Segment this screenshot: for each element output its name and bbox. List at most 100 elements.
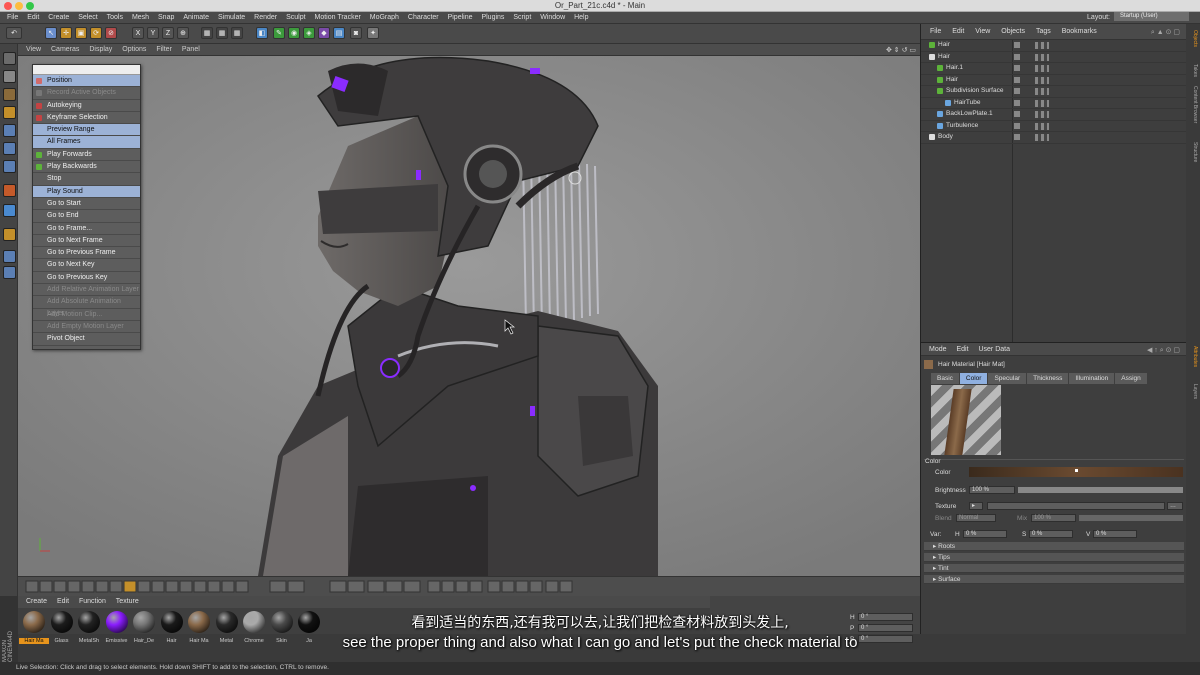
object-row[interactable]: Turbulence (921, 121, 1186, 132)
tab-illumination[interactable]: Illumination (1069, 373, 1115, 384)
visibility-toggle-icon[interactable] (1014, 88, 1020, 94)
workplane-lock-icon[interactable] (3, 228, 16, 241)
menu-tools[interactable]: Tools (100, 12, 123, 21)
context-menu-item-go-to-start[interactable]: Go to Start (33, 198, 140, 211)
mix-slider[interactable] (1079, 515, 1183, 521)
objmgr-menu-view[interactable]: View (966, 24, 990, 35)
z-axis-lock-button[interactable]: Z (162, 27, 174, 39)
axis-mode-icon[interactable] (3, 184, 16, 197)
section-tips[interactable]: ▸ Tips (924, 553, 1184, 562)
playback-controls[interactable] (18, 577, 920, 597)
menu-create[interactable]: Create (41, 12, 69, 21)
perspective-viewport[interactable] (18, 56, 920, 576)
light-icon[interactable]: ✦ (367, 27, 379, 39)
undo-icon[interactable]: ↶ (6, 27, 22, 39)
make-editable-icon[interactable] (3, 52, 16, 65)
attr-menu-edit[interactable]: Edit (948, 343, 968, 353)
menu-mesh[interactable]: Mesh (125, 12, 149, 21)
cube-icon[interactable]: ◧ (256, 27, 268, 39)
menu-snap[interactable]: Snap (151, 12, 174, 21)
matmgr-menu-create[interactable]: Create (18, 596, 47, 605)
section-tint[interactable]: ▸ Tint (924, 564, 1184, 573)
context-menu-item-autokeying[interactable]: Autokeying (33, 100, 140, 112)
objmgr-menu-edit[interactable]: Edit (943, 24, 964, 35)
viewport-menu-panel[interactable]: Panel (174, 44, 200, 53)
dock-tab-layers[interactable]: Layers (1188, 384, 1198, 399)
tab-specular[interactable]: Specular (988, 373, 1027, 384)
object-row[interactable]: Body (921, 132, 1186, 144)
viewport-menu-display[interactable]: Display (81, 44, 112, 53)
object-row[interactable]: Subdivision Surface (921, 86, 1186, 98)
texture-browse-button[interactable]: … (1167, 502, 1183, 510)
floor-icon[interactable]: ▤ (333, 27, 345, 39)
brightness-slider[interactable] (1018, 487, 1183, 493)
object-row[interactable]: Hair.1 (921, 63, 1186, 75)
menu-edit[interactable]: Edit (20, 12, 39, 21)
object-row[interactable]: Hair (921, 52, 1186, 63)
coordinate-system-icon[interactable]: ⊕ (177, 27, 189, 39)
texture-mode-icon[interactable] (3, 88, 16, 101)
context-menu-item-stop[interactable]: Stop (33, 173, 140, 186)
render-picture-viewer-icon[interactable]: ▦ (216, 27, 228, 39)
dock-tab-objects[interactable]: Objects (1188, 30, 1198, 47)
tab-color[interactable]: Color (959, 373, 988, 384)
object-name[interactable]: Turbulence (946, 122, 978, 129)
menu-motion-tracker[interactable]: Motion Tracker (308, 12, 361, 21)
model-mode-icon[interactable] (3, 70, 16, 83)
object-tags-icon[interactable] (1035, 122, 1049, 130)
object-row[interactable]: Hair (921, 40, 1186, 52)
object-name[interactable]: Subdivision Surface (946, 87, 1003, 94)
object-tags-icon[interactable] (1035, 42, 1049, 49)
deformer-icon[interactable]: ◆ (318, 27, 330, 39)
context-menu-item-keyframe-selection[interactable]: Keyframe Selection (33, 112, 140, 125)
polygons-mode-icon[interactable] (3, 160, 16, 173)
object-tags-icon[interactable] (1035, 111, 1049, 118)
render-settings-icon[interactable]: ▦ (231, 27, 243, 39)
viewport-menu-cameras[interactable]: Cameras (43, 44, 79, 53)
context-menu-item-play-forwards[interactable]: Play Forwards (33, 149, 140, 162)
tab-assign[interactable]: Assign (1115, 373, 1147, 384)
menu-render[interactable]: Render (247, 12, 277, 21)
objmgr-menu-file[interactable]: File (921, 24, 941, 35)
visibility-toggle-icon[interactable] (1014, 99, 1020, 106)
object-name[interactable]: Body (938, 133, 953, 140)
blend-select[interactable]: Normal (956, 514, 996, 522)
menu-script[interactable]: Script (506, 12, 531, 21)
visibility-toggle-icon[interactable] (1014, 53, 1020, 60)
section-roots[interactable]: ▸ Roots (924, 542, 1184, 551)
y-axis-lock-button[interactable]: Y (147, 27, 159, 39)
attr-menu-user-data[interactable]: User Data (970, 343, 1010, 353)
edges-mode-icon[interactable] (3, 142, 16, 155)
object-name[interactable]: Hair (938, 41, 950, 48)
attr-menu-mode[interactable]: Mode (921, 343, 947, 353)
viewport-menu-view[interactable]: View (18, 44, 41, 53)
visibility-toggle-icon[interactable] (1014, 122, 1020, 129)
menu-file[interactable]: File (0, 12, 18, 21)
move-icon[interactable]: ✛ (60, 27, 72, 39)
objmgr-menu-bookmarks[interactable]: Bookmarks (1053, 24, 1097, 35)
menu-pipeline[interactable]: Pipeline (441, 12, 473, 21)
objmgr-menu-objects[interactable]: Objects (992, 24, 1025, 35)
dock-tab-structure[interactable]: Structure (1188, 142, 1198, 162)
context-menu-item-go-to-end[interactable]: Go to End (33, 210, 140, 223)
render-view-icon[interactable]: ▦ (201, 27, 213, 39)
object-name[interactable]: HairTube (954, 99, 981, 106)
object-tags-icon[interactable] (1035, 65, 1049, 72)
context-menu-item-go-to-next-frame[interactable]: Go to Next Frame (33, 235, 140, 248)
menu-mograph[interactable]: MoGraph (363, 12, 399, 21)
visibility-toggle-icon[interactable] (1014, 76, 1020, 83)
context-menu-item-pivot-object[interactable]: Pivot Object (33, 333, 140, 346)
color-gradient-field[interactable] (969, 467, 1183, 477)
menu-animate[interactable]: Animate (176, 12, 209, 21)
texture-menu-button[interactable]: ▸ (969, 502, 983, 510)
attr-nav-icon[interactable]: ◀ ↑ ⌕ ⊙ ▢ (1147, 346, 1180, 355)
dock-tab-attributes[interactable]: Attributes (1188, 346, 1198, 367)
recent-tools-icon[interactable]: ⊘ (105, 27, 117, 39)
viewport-menu-filter[interactable]: Filter (148, 44, 172, 53)
dock-tab-content-browser[interactable]: Content Browser (1188, 86, 1198, 123)
object-row[interactable]: Hair (921, 75, 1186, 86)
object-tags-icon[interactable] (1035, 76, 1049, 84)
object-row[interactable]: HairTube (921, 98, 1186, 109)
points-mode-icon[interactable] (3, 124, 16, 137)
object-tags-icon[interactable] (1035, 88, 1049, 95)
